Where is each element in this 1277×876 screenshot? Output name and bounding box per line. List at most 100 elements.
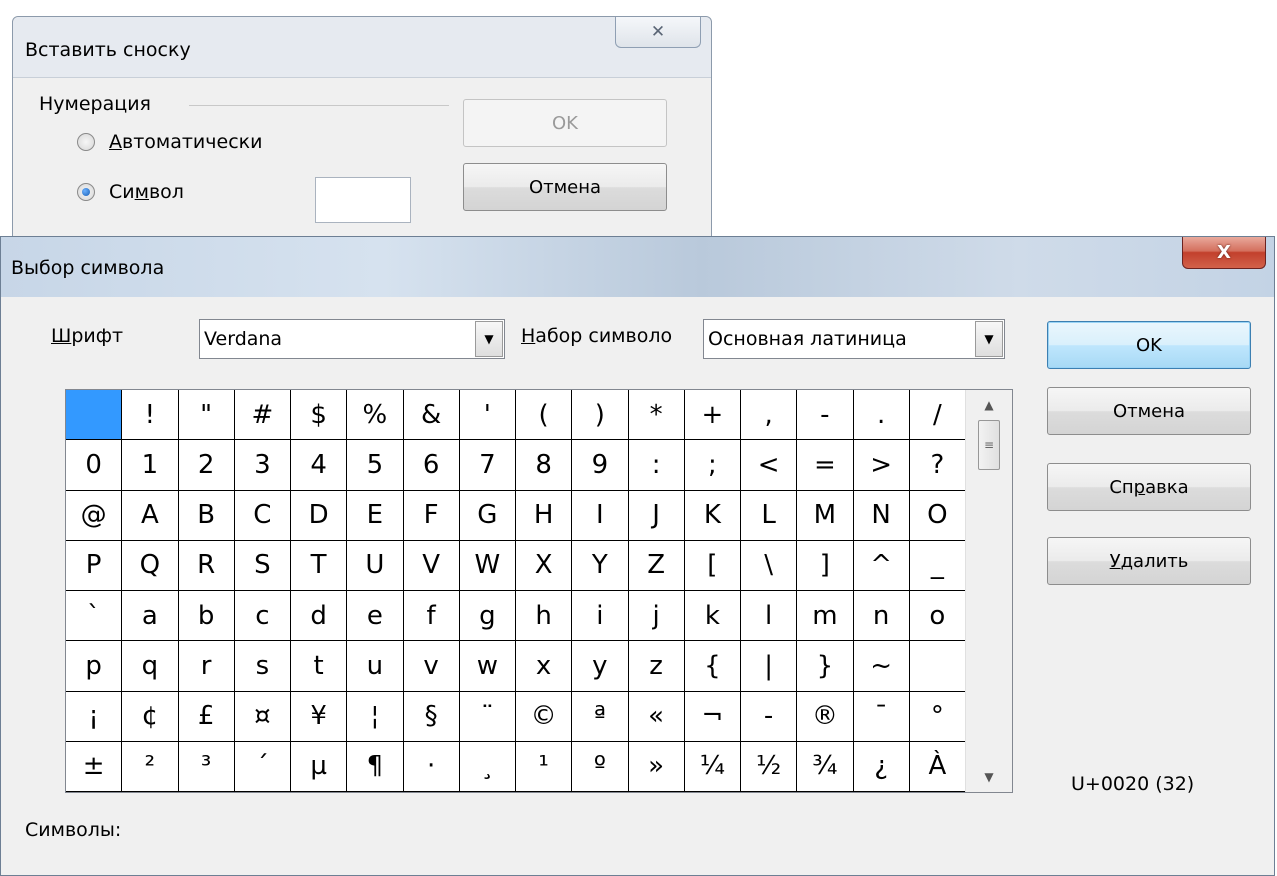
character-cell[interactable]: ®	[797, 691, 854, 742]
character-cell[interactable]: e	[347, 591, 404, 642]
footnote-ok-button[interactable]: OK	[463, 99, 667, 147]
character-cell[interactable]: /	[909, 390, 966, 441]
character-cell[interactable]: x	[516, 641, 573, 692]
character-cell[interactable]: t	[291, 641, 348, 692]
character-cell[interactable]: X	[516, 540, 573, 591]
character-cell[interactable]: n	[853, 591, 910, 642]
special-characters-titlebar[interactable]: Выбор символа X	[1, 237, 1274, 297]
character-cell[interactable]: #	[234, 390, 291, 441]
character-cell[interactable]: ¯	[853, 691, 910, 742]
character-cell[interactable]: ¡	[66, 691, 123, 742]
character-cell[interactable]: S	[234, 540, 291, 591]
character-cell[interactable]: ^	[853, 540, 910, 591]
character-cell[interactable]: K	[684, 490, 741, 541]
character-cell[interactable]: »	[628, 741, 685, 792]
character-cell[interactable]: h	[516, 591, 573, 642]
delete-button[interactable]: Удалить	[1047, 537, 1251, 585]
character-cell[interactable]: "	[178, 390, 235, 441]
character-cell[interactable]: W	[459, 540, 516, 591]
character-cell[interactable]: ²	[122, 741, 179, 792]
grid-scrollbar[interactable]: ▲ ≡ ▼	[965, 390, 1012, 792]
character-cell[interactable]: '	[459, 390, 516, 441]
character-cell[interactable]: Z	[628, 540, 685, 591]
character-cell[interactable]: y	[572, 641, 629, 692]
character-cell[interactable]: M	[797, 490, 854, 541]
character-cell[interactable]: i	[572, 591, 629, 642]
character-cell[interactable]: §	[403, 691, 460, 742]
character-cell[interactable]: 2	[178, 440, 235, 491]
character-cell[interactable]: 7	[459, 440, 516, 491]
radio-automatic[interactable]: Автоматически	[77, 131, 262, 153]
character-cell[interactable]: }	[797, 641, 854, 692]
character-cell[interactable]: À	[909, 741, 966, 792]
character-cell[interactable]: ±	[66, 741, 123, 792]
insert-footnote-titlebar[interactable]: Вставить сноску ✕	[13, 17, 711, 78]
character-cell[interactable]: O	[909, 490, 966, 541]
character-cell[interactable]: F	[403, 490, 460, 541]
character-cell[interactable]: ¿	[853, 741, 910, 792]
character-cell[interactable]: v	[403, 641, 460, 692]
character-cell[interactable]: .	[853, 390, 910, 441]
scroll-thumb[interactable]: ≡	[978, 420, 1000, 470]
character-cell[interactable]: 3	[234, 440, 291, 491]
character-cell[interactable]	[66, 390, 123, 441]
character-cell[interactable]: Y	[572, 540, 629, 591]
character-cell[interactable]: ¼	[684, 741, 741, 792]
character-cell[interactable]: º	[572, 741, 629, 792]
help-button[interactable]: Сп р авка	[1047, 463, 1251, 511]
character-cell[interactable]: m	[797, 591, 854, 642]
character-cell[interactable]: °	[909, 691, 966, 742]
character-cell[interactable]: g	[459, 591, 516, 642]
character-cell[interactable]	[909, 641, 966, 692]
character-cell[interactable]: P	[66, 540, 123, 591]
footnote-cancel-button[interactable]: Отмена	[463, 163, 667, 211]
character-cell[interactable]: l	[741, 591, 798, 642]
character-cell[interactable]: =	[797, 440, 854, 491]
character-cell[interactable]: [	[684, 540, 741, 591]
character-cell[interactable]: ¸	[459, 741, 516, 792]
character-cell[interactable]: G	[459, 490, 516, 541]
character-cell[interactable]: £	[178, 691, 235, 742]
character-cell[interactable]: T	[291, 540, 348, 591]
character-cell[interactable]: >	[853, 440, 910, 491]
character-cell[interactable]: o	[909, 591, 966, 642]
character-cell[interactable]: L	[741, 490, 798, 541]
character-cell[interactable]: ¬	[684, 691, 741, 742]
character-cell[interactable]: +	[684, 390, 741, 441]
character-cell[interactable]: z	[628, 641, 685, 692]
character-cell[interactable]: `	[66, 591, 123, 642]
radio-symbol-indicator[interactable]	[77, 183, 95, 201]
scroll-up-icon[interactable]: ▲	[966, 390, 1012, 420]
character-cell[interactable]: ,	[741, 390, 798, 441]
character-cell[interactable]: _	[909, 540, 966, 591]
chevron-down-icon[interactable]: ▼	[475, 321, 503, 357]
character-cell[interactable]: B	[178, 490, 235, 541]
character-cell[interactable]: |	[741, 641, 798, 692]
character-cell[interactable]: ¢	[122, 691, 179, 742]
character-cell[interactable]: V	[403, 540, 460, 591]
character-cell[interactable]: ´	[234, 741, 291, 792]
character-cell[interactable]: ½	[741, 741, 798, 792]
character-cell[interactable]: &	[403, 390, 460, 441]
character-cell[interactable]: @	[66, 490, 123, 541]
character-cell[interactable]: Q	[122, 540, 179, 591]
font-select[interactable]: Verdana ▼	[199, 319, 505, 359]
character-cell[interactable]: 9	[572, 440, 629, 491]
character-cell[interactable]: f	[403, 591, 460, 642]
character-cell[interactable]: R	[178, 540, 235, 591]
character-cell[interactable]: ³	[178, 741, 235, 792]
character-cell[interactable]: )	[572, 390, 629, 441]
character-cell[interactable]: ¹	[516, 741, 573, 792]
character-cell[interactable]: d	[291, 591, 348, 642]
character-cell[interactable]: -	[741, 691, 798, 742]
character-cell[interactable]: ~	[853, 641, 910, 692]
character-cell[interactable]: C	[234, 490, 291, 541]
character-cell[interactable]: $	[291, 390, 348, 441]
character-cell[interactable]: :	[628, 440, 685, 491]
character-cell[interactable]: r	[178, 641, 235, 692]
cancel-button[interactable]: Отмена	[1047, 387, 1251, 435]
character-cell[interactable]: ·	[403, 741, 460, 792]
character-cell[interactable]: U	[347, 540, 404, 591]
character-cell[interactable]: ¨	[459, 691, 516, 742]
character-cell[interactable]: s	[234, 641, 291, 692]
